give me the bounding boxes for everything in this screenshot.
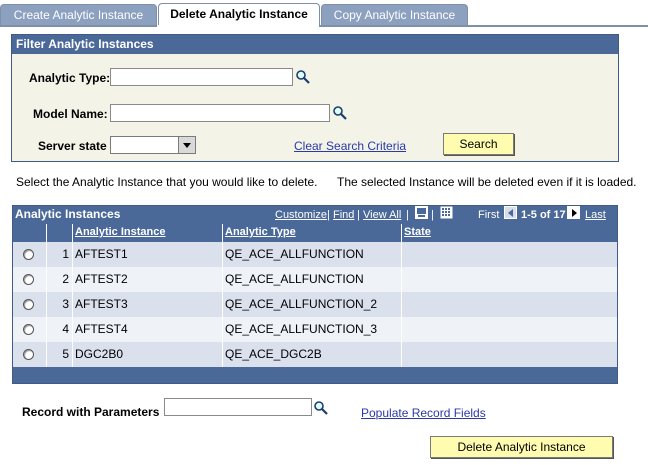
row-number: 1 <box>47 242 73 267</box>
analytic-type-input[interactable] <box>110 68 293 86</box>
find-link[interactable]: Find <box>333 209 354 221</box>
tab-bar: Create Analytic Instance Delete Analytic… <box>0 0 648 27</box>
analytic-type-cell: QE_ACE_DGC2B <box>223 342 402 367</box>
server-state-label: Server state <box>38 139 107 153</box>
clear-search-criteria-link[interactable]: Clear Search Criteria <box>294 139 406 153</box>
row-radio-button[interactable] <box>23 324 34 335</box>
grid-footer-bar <box>13 368 617 383</box>
analytic-instance-cell: AFTEST2 <box>73 267 223 292</box>
row-radio-button[interactable] <box>23 249 34 260</box>
tab-delete-analytic-instance[interactable]: Delete Analytic Instance <box>158 3 320 27</box>
column-header-row-number <box>47 224 73 242</box>
search-icon[interactable] <box>295 69 311 85</box>
view-all-link[interactable]: View All <box>363 209 401 221</box>
instruction-text: Select the Analytic Instance that you wo… <box>16 175 318 189</box>
model-name-input[interactable] <box>110 104 330 122</box>
separator: | <box>327 209 330 221</box>
select-cell <box>13 267 47 292</box>
table-row[interactable]: 5 DGC2B0 QE_ACE_DGC2B <box>13 342 617 367</box>
row-number: 5 <box>47 342 73 367</box>
filter-panel: Filter Analytic Instances Analytic Type:… <box>11 34 619 162</box>
search-icon[interactable] <box>332 105 348 121</box>
state-cell <box>402 342 617 367</box>
row-radio-button[interactable] <box>23 299 34 310</box>
row-range: 1-5 of 17 <box>521 209 566 221</box>
populate-record-fields-link[interactable]: Populate Record Fields <box>361 406 486 420</box>
column-header-label[interactable]: Analytic Instance <box>75 226 165 238</box>
analytic-type-cell: QE_ACE_ALLFUNCTION <box>223 242 402 267</box>
state-cell <box>402 317 617 342</box>
analytic-instance-cell: AFTEST4 <box>73 317 223 342</box>
separator: | <box>406 209 409 221</box>
model-name-label: Model Name: <box>33 107 108 121</box>
column-header-analytic-type[interactable]: Analytic Type <box>223 224 402 242</box>
select-cell <box>13 317 47 342</box>
table-row[interactable]: 1 AFTEST1 QE_ACE_ALLFUNCTION <box>13 242 617 267</box>
column-header-label[interactable]: State <box>404 226 431 238</box>
analytic-type-cell: QE_ACE_ALLFUNCTION_2 <box>223 292 402 317</box>
delete-analytic-instance-button[interactable]: Delete Analytic Instance <box>430 436 613 458</box>
warning-text: The selected Instance will be deleted ev… <box>337 175 637 189</box>
analytic-instance-cell: AFTEST3 <box>73 292 223 317</box>
analytic-instance-cell: AFTEST1 <box>73 242 223 267</box>
analytic-type-cell: QE_ACE_ALLFUNCTION <box>223 267 402 292</box>
analytic-instance-cell: DGC2B0 <box>73 342 223 367</box>
row-number: 3 <box>47 292 73 317</box>
customize-link[interactable]: Customize <box>275 209 327 221</box>
tab-create-analytic-instance[interactable]: Create Analytic Instance <box>0 4 157 26</box>
download-icon[interactable] <box>415 206 428 219</box>
tab-copy-analytic-instance[interactable]: Copy Analytic Instance <box>321 4 468 26</box>
analytic-instances-grid: Analytic Instances Customize | Find | Vi… <box>12 205 618 384</box>
previous-arrow-icon[interactable] <box>504 206 517 219</box>
state-cell <box>402 292 617 317</box>
search-icon[interactable] <box>313 400 329 416</box>
record-with-parameters-input[interactable] <box>164 398 312 416</box>
next-arrow-icon[interactable] <box>567 206 580 219</box>
table-row[interactable]: 4 AFTEST4 QE_ACE_ALLFUNCTION_3 <box>13 317 617 342</box>
row-radio-button[interactable] <box>23 349 34 360</box>
column-header-label[interactable]: Analytic Type <box>225 226 296 238</box>
active-tab-gap <box>157 25 319 27</box>
separator: | <box>357 209 360 221</box>
table-row[interactable]: 3 AFTEST3 QE_ACE_ALLFUNCTION_2 <box>13 292 617 317</box>
record-with-parameters-label: Record with Parameters <box>22 405 160 419</box>
state-cell <box>402 267 617 292</box>
separator: | <box>431 209 434 221</box>
first-label: First <box>478 209 500 221</box>
grid-title: Analytic Instances <box>15 207 121 221</box>
column-header-state[interactable]: State <box>402 224 617 242</box>
select-cell <box>13 342 47 367</box>
select-cell <box>13 242 47 267</box>
column-header-select <box>13 224 47 242</box>
select-cell <box>13 292 47 317</box>
filter-panel-title: Filter Analytic Instances <box>12 35 618 54</box>
tab-divider <box>0 25 648 27</box>
analytic-type-cell: QE_ACE_ALLFUNCTION_3 <box>223 317 402 342</box>
row-number: 4 <box>47 317 73 342</box>
row-radio-button[interactable] <box>23 274 34 285</box>
grid-header-bar: Analytic Instances Customize | Find | Vi… <box>13 206 617 223</box>
row-number: 2 <box>47 267 73 292</box>
column-header-analytic-instance[interactable]: Analytic Instance <box>73 224 223 242</box>
state-cell <box>402 242 617 267</box>
table-row[interactable]: 2 AFTEST2 QE_ACE_ALLFUNCTION <box>13 267 617 292</box>
zoom-grid-icon[interactable] <box>440 206 453 219</box>
dropdown-arrow-icon[interactable] <box>178 137 195 153</box>
analytic-type-label: Analytic Type: <box>29 71 111 85</box>
server-state-select[interactable] <box>110 136 196 154</box>
search-button[interactable]: Search <box>443 133 514 155</box>
last-link[interactable]: Last <box>585 209 606 221</box>
